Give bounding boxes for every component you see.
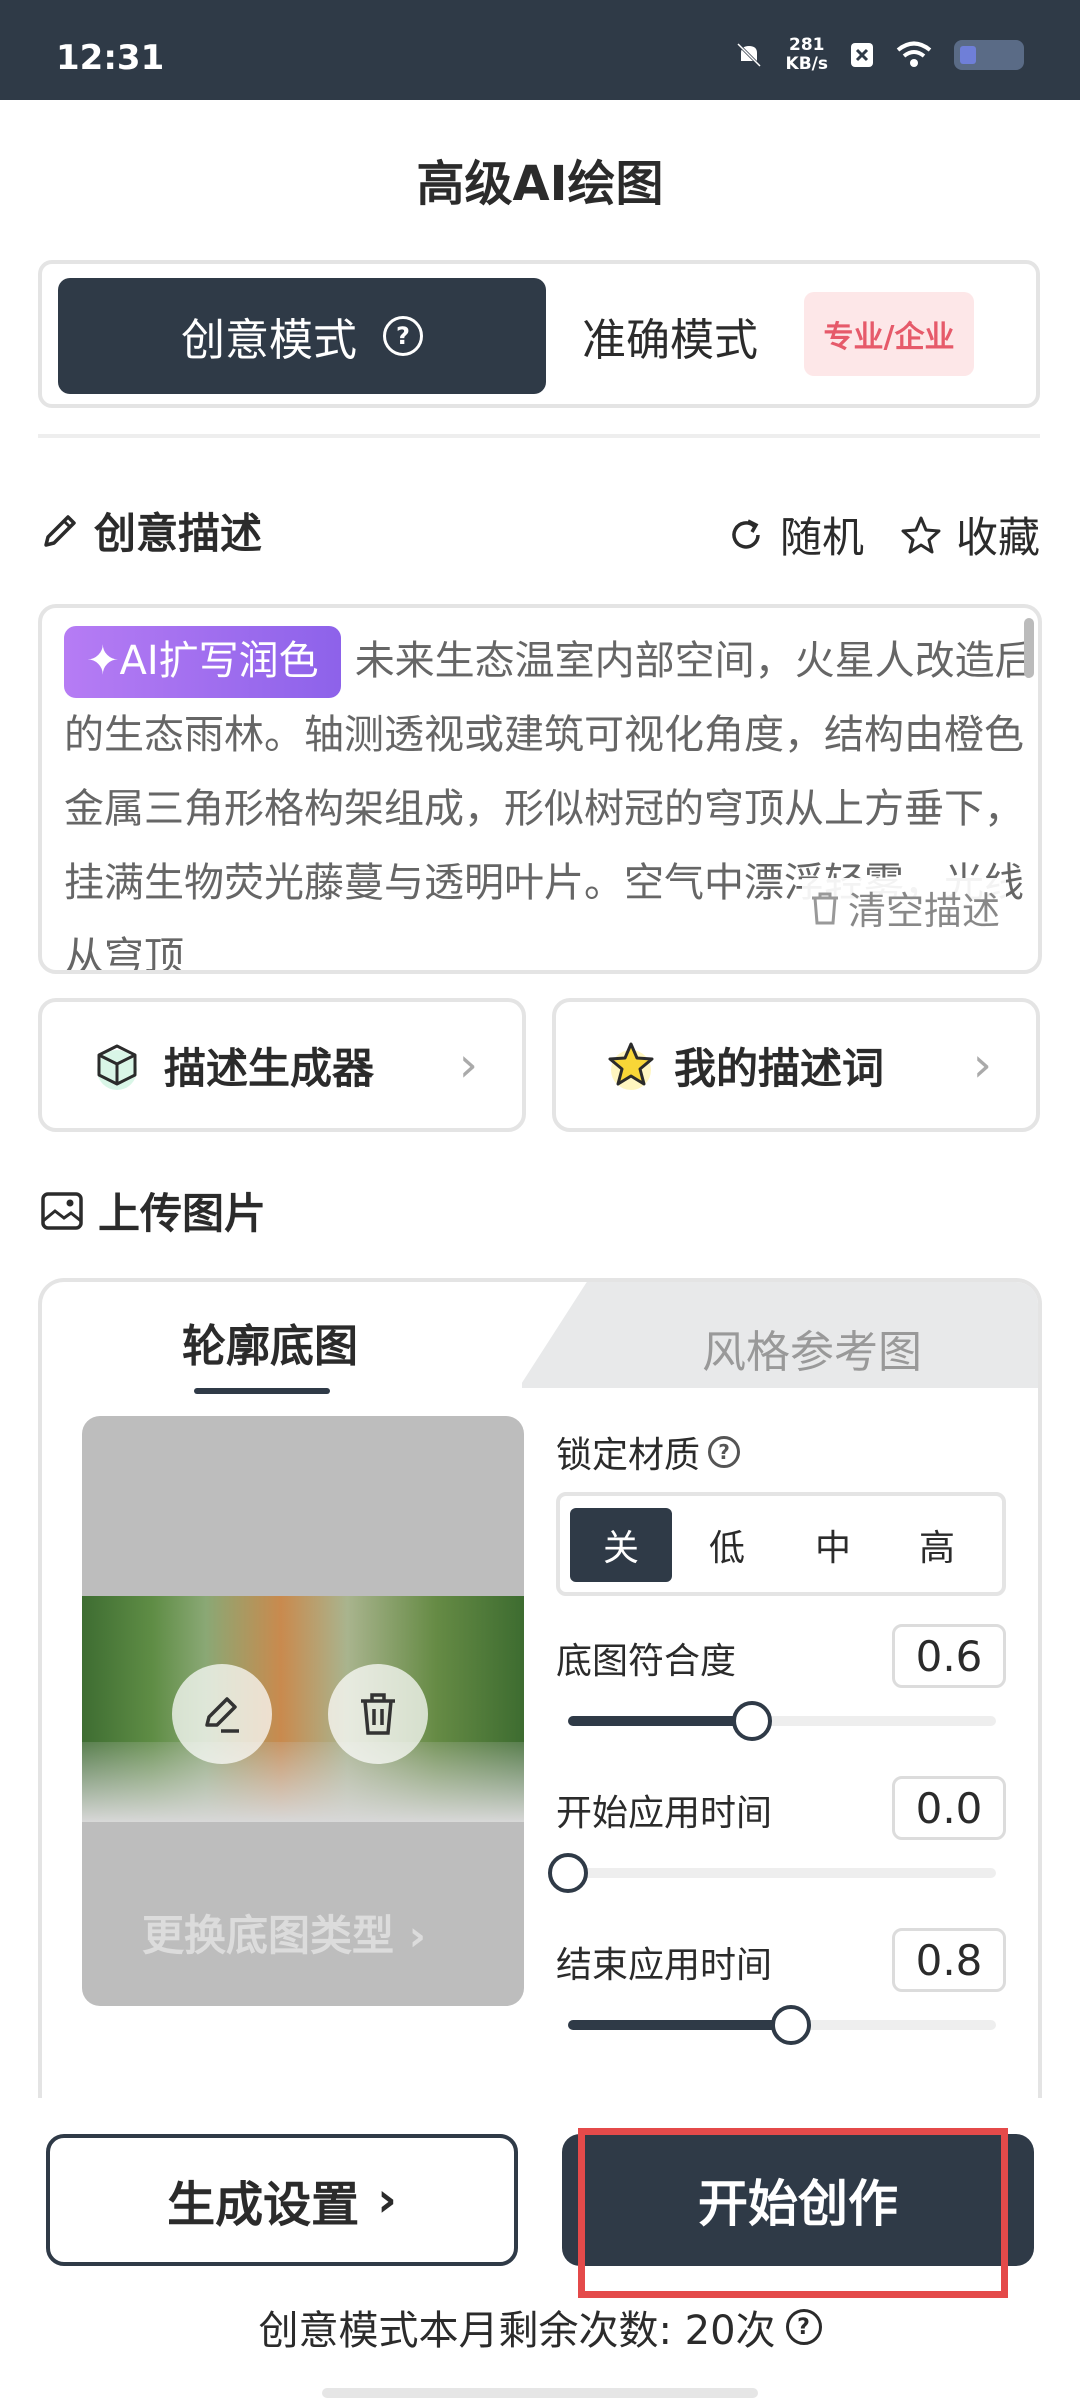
lock-material-label: 锁定材质 ? [556, 1426, 741, 1478]
description-generator-label: 描述生成器 [164, 1043, 375, 1093]
lock-option-low[interactable]: 低 [676, 1508, 778, 1582]
creative-mode-label: 创意模式 [181, 315, 357, 366]
mode-switch: 创意模式 ? 准确模式 专业/企业 [38, 260, 1040, 408]
favorite-button[interactable]: 收藏 [900, 504, 1040, 565]
notification-x-icon [851, 43, 873, 67]
edit-icon [205, 1697, 239, 1733]
description-actions: 随机 收藏 [726, 504, 1040, 565]
end-time-value[interactable]: 0.8 [892, 1928, 1006, 1992]
lock-material-selector: 关 低 中 高 [556, 1492, 1006, 1596]
start-time-slider[interactable] [548, 1853, 996, 1893]
cube-icon [97, 1044, 137, 1090]
slider-fill [568, 2020, 791, 2030]
end-time-slider[interactable] [568, 2005, 996, 2045]
upload-header: 上传图片 [40, 1180, 266, 1241]
generation-settings-button[interactable]: 生成设置 › [46, 2134, 518, 2266]
help-icon[interactable]: ? [785, 2309, 822, 2345]
edit-image-button[interactable] [172, 1664, 272, 1764]
fit-degree-value[interactable]: 0.6 [892, 1624, 1006, 1688]
help-icon[interactable]: ? [708, 1436, 741, 1468]
active-tab-indicator [194, 1388, 330, 1394]
creative-mode-tab[interactable]: 创意模式 ? [58, 278, 546, 394]
my-descriptions-card[interactable]: 我的描述词 › [552, 998, 1040, 1132]
chevron-right-icon: › [972, 1037, 992, 1093]
start-time-label: 开始应用时间 [556, 1793, 773, 1834]
wifi-icon [896, 41, 932, 67]
slider-thumb[interactable] [732, 1701, 773, 1741]
description-input[interactable]: ✦AI扩写润色 未来生态温室内部空间，火星人改造后的生态雨林。轴测透视或建筑可视化… [38, 604, 1042, 974]
divider [38, 434, 1040, 438]
slider-thumb[interactable] [548, 1853, 588, 1893]
fit-degree-label: 底图符合度 [556, 1641, 737, 1682]
lock-option-high[interactable]: 高 [886, 1508, 988, 1582]
status-bar: 12:31 281 KB/s [0, 0, 1080, 100]
network-speed: 281 KB/s [785, 35, 828, 74]
slider-fill [568, 1716, 753, 1726]
battery-icon [954, 40, 1024, 70]
trash-icon [361, 1693, 395, 1735]
delete-image-button[interactable] [328, 1664, 428, 1764]
fit-degree-slider[interactable] [568, 1701, 996, 1741]
image-icon [41, 1191, 83, 1230]
pencil-icon [44, 514, 76, 547]
chevron-right-icon: › [377, 2172, 397, 2228]
upload-card: 轮廓底图 风格参考图 更换底图类型 › 锁定材质 ? 关 低 中 高 底图符合度… [38, 1278, 1042, 2098]
tab-style-reference[interactable]: 风格参考图 [702, 1316, 922, 1380]
highlight-box [578, 2128, 1008, 2298]
change-base-type-button[interactable]: 更换底图类型 › [142, 1902, 426, 1963]
star-filled-icon [608, 1042, 654, 1090]
chevron-right-icon: › [458, 1037, 478, 1093]
base-image [82, 1596, 524, 1822]
description-header: 创意描述 [40, 500, 262, 561]
slider-thumb[interactable] [770, 2005, 811, 2045]
my-descriptions-label: 我的描述词 [674, 1043, 885, 1093]
tab-outline-image[interactable]: 轮廓底图 [182, 1310, 358, 1374]
upload-title: 上传图片 [98, 1189, 267, 1238]
description-title: 创意描述 [94, 509, 263, 558]
lock-option-mid[interactable]: 中 [782, 1508, 884, 1582]
help-icon[interactable]: ? [383, 316, 423, 356]
pro-badge: 专业/企业 [804, 292, 974, 376]
trash-icon [811, 892, 838, 924]
page-title: 高级AI绘图 [416, 156, 664, 212]
random-button[interactable]: 随机 [726, 504, 864, 565]
ai-polish-button[interactable]: ✦AI扩写润色 [64, 626, 341, 698]
status-icons: 281 KB/s [734, 36, 1024, 74]
start-time-value[interactable]: 0.0 [892, 1776, 1006, 1840]
home-indicator[interactable] [322, 2388, 758, 2398]
precise-mode-tab[interactable]: 准确模式 [582, 304, 758, 368]
status-time: 12:31 [56, 38, 165, 78]
clear-description-button[interactable]: 清空描述 [801, 878, 1006, 937]
lock-option-off[interactable]: 关 [570, 1508, 672, 1582]
remaining-count: 创意模式本月剩余次数: 20次 ? [0, 2298, 1080, 2356]
star-icon [901, 516, 941, 553]
base-image-preview: 更换底图类型 › [82, 1416, 524, 2006]
scrollbar[interactable] [1024, 618, 1034, 678]
mute-bell-icon [736, 42, 761, 68]
refresh-icon [732, 518, 760, 549]
description-generator-card[interactable]: 描述生成器 › [38, 998, 526, 1132]
end-time-label: 结束应用时间 [556, 1945, 773, 1986]
